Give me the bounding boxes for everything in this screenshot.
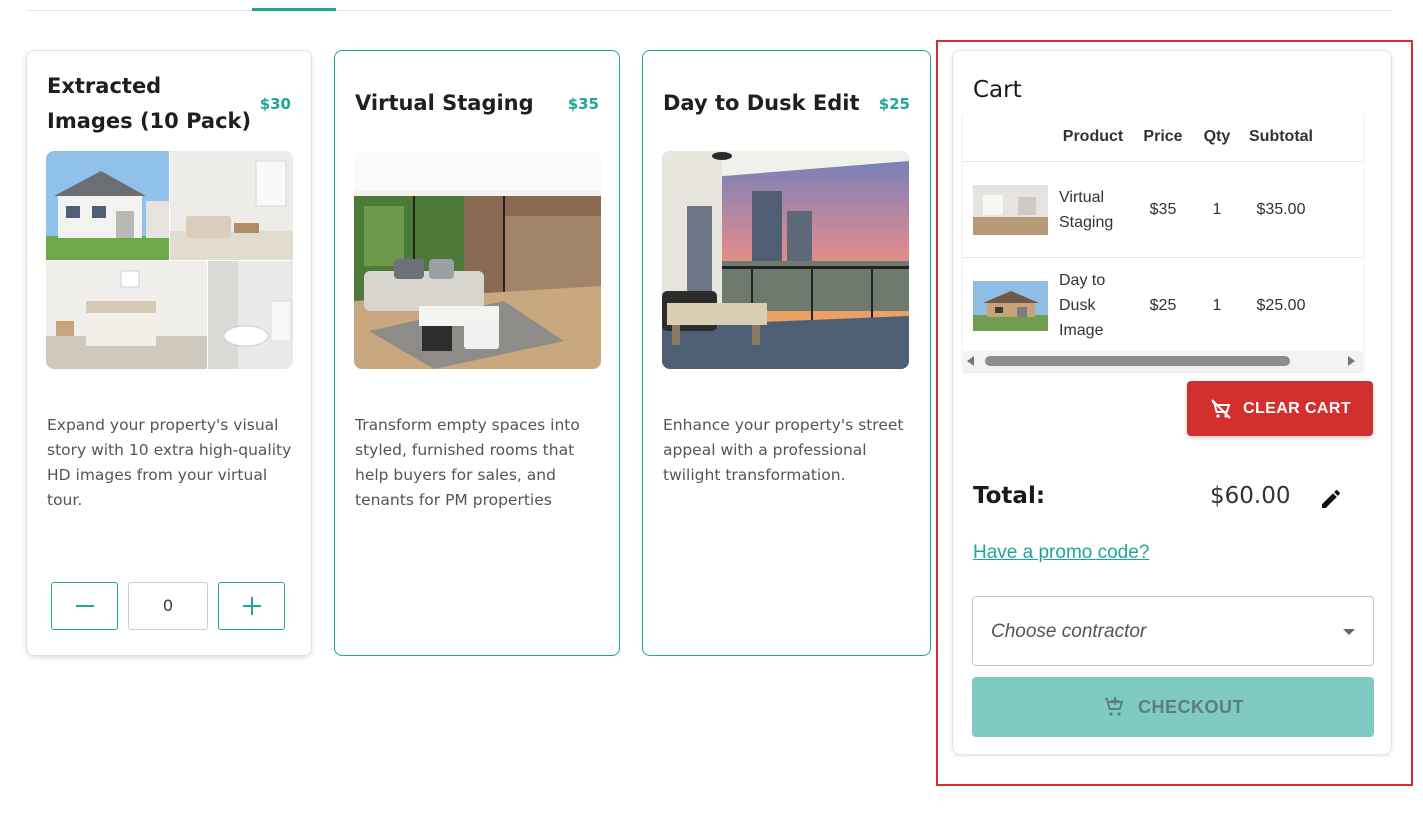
cart-table: Product Price Qty Subtotal Virtual Stagi… [963, 113, 1363, 354]
contractor-placeholder: Choose contractor [991, 621, 1147, 642]
total-label: Total: [973, 483, 1046, 509]
column-header-price: Price [1133, 113, 1193, 162]
product-description: Enhance your property's street appeal wi… [663, 416, 904, 484]
checkout-label: CHECKOUT [1138, 696, 1244, 717]
cart-table-scroll[interactable]: Product Price Qty Subtotal Virtual Stagi… [963, 113, 1363, 371]
product-title: Extracted Images (10 Pack) [47, 74, 252, 133]
product-price: $35 [567, 94, 599, 113]
row-qty: 1 [1193, 161, 1241, 258]
chevron-down-icon [1343, 629, 1355, 635]
add-cart-icon [1105, 697, 1124, 716]
column-header-product: Product [1053, 113, 1133, 162]
table-row: Virtual Staging $35 1 $35.00 [963, 161, 1363, 258]
total-value: $60.00 [1210, 483, 1291, 509]
product-card-day-to-dusk[interactable]: Day to Dusk Edit $25 Enhance your proper… [642, 50, 931, 656]
product-name-line: Dusk [1059, 297, 1096, 314]
row-subtotal: $35.00 [1241, 161, 1321, 258]
product-name-line: Staging [1059, 213, 1114, 231]
checkout-button[interactable]: CHECKOUT [972, 677, 1374, 737]
product-name-line: Day to [1059, 272, 1106, 289]
horizontal-scrollbar[interactable] [963, 351, 1363, 371]
product-card-virtual-staging[interactable]: Virtual Staging $35 Transform empty spac… [334, 50, 620, 656]
clear-cart-label: CLEAR CART [1243, 399, 1351, 417]
row-extra [1321, 161, 1363, 258]
remove-cart-icon [1211, 398, 1231, 419]
cart-panel: Cart Product Price Qty Subtotal Virtual … [952, 50, 1392, 755]
product-price: $30 [259, 95, 291, 113]
active-tab-indicator [252, 8, 336, 11]
product-name-line: Virtual [1059, 188, 1105, 206]
tab-divider [26, 10, 1392, 11]
row-price: $35 [1133, 161, 1193, 258]
product-image-collage [46, 151, 293, 369]
column-header-image [963, 113, 1053, 162]
column-header-subtotal: Subtotal [1241, 113, 1321, 162]
product-card-extracted-images: Extracted Images (10 Pack) $30 Expand yo… [26, 50, 312, 656]
product-image-staged-living-room [354, 151, 601, 369]
scrollbar-thumb[interactable] [985, 356, 1290, 366]
row-product: Day to Dusk Image [1053, 257, 1133, 354]
scroll-left-icon[interactable] [967, 356, 974, 366]
column-header-qty: Qty [1193, 113, 1241, 162]
product-name-line: Image [1059, 322, 1104, 339]
table-row: Day to Dusk Image $25 1 $25.00 [963, 257, 1363, 354]
clear-cart-button[interactable]: CLEAR CART [1187, 381, 1373, 436]
promo-code-link[interactable]: Have a promo code? [973, 542, 1149, 564]
scroll-right-icon[interactable] [1348, 356, 1355, 366]
product-description: Transform empty spaces into styled, furn… [355, 416, 580, 509]
row-subtotal: $25.00 [1241, 257, 1321, 354]
product-image-dusk-balcony [662, 151, 909, 369]
quantity-input[interactable] [128, 582, 208, 630]
row-price: $25 [1133, 257, 1193, 354]
minus-icon [75, 605, 94, 607]
product-description: Expand your property's visual story with… [47, 416, 292, 509]
edit-icon[interactable] [1319, 487, 1343, 511]
row-thumbnail [963, 161, 1053, 258]
product-title: Day to Dusk Edit [663, 91, 860, 115]
plus-icon [242, 597, 261, 615]
row-qty: 1 [1193, 257, 1241, 354]
quantity-stepper [51, 582, 285, 630]
row-extra [1321, 257, 1363, 354]
product-price: $25 [878, 94, 910, 113]
contractor-select[interactable]: Choose contractor [972, 596, 1374, 666]
row-thumbnail [963, 257, 1053, 354]
product-title: Virtual Staging [355, 91, 534, 115]
row-product: Virtual Staging [1053, 161, 1133, 258]
cart-title: Cart [973, 77, 1022, 103]
increment-button[interactable] [218, 582, 285, 630]
decrement-button[interactable] [51, 582, 118, 630]
column-header-extra [1321, 113, 1363, 162]
